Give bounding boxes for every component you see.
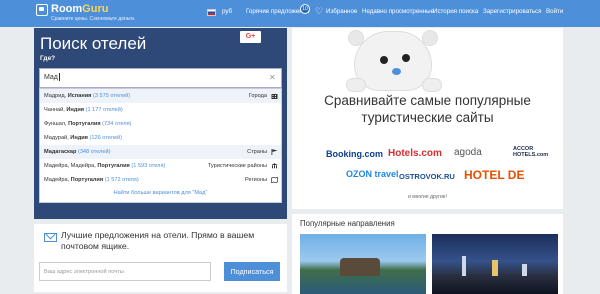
suggestion-item[interactable]: Фуншал, Португалия (734 отеля) (40, 117, 281, 131)
map-icon (271, 177, 278, 183)
cliff-castle-image (340, 258, 380, 276)
suggestion-item[interactable]: Мадейра, Португалия (1 572 отеля) Регион… (40, 173, 281, 187)
logo-tagline: Сравните цены. Сэкономьте деньги. (51, 16, 136, 22)
google-plus-button[interactable]: G+ (240, 31, 261, 43)
bear-eye (402, 54, 410, 62)
brand-hotels-logo: Hotels.com (388, 148, 442, 159)
ad-note: и многие другие! (408, 194, 447, 200)
newsletter-box: Лучшие предложения на отели. Прямо в ваш… (34, 224, 287, 292)
clear-icon[interactable]: ✕ (269, 73, 276, 82)
popular-title: Популярные направления (300, 219, 395, 228)
suggestion-category: Города (248, 93, 267, 99)
brand-ostrovok-logo: OSTROVOK.RU (399, 172, 455, 181)
ad-title: Сравнивайте самые популярные туристическ… (324, 93, 531, 125)
destination-photo[interactable] (432, 234, 558, 294)
brand-agoda-logo: agoda (454, 147, 482, 158)
bear-eye (380, 56, 388, 64)
subscribe-button[interactable]: Подписаться (224, 262, 280, 281)
search-title: Поиск отелей (40, 34, 147, 53)
nav-recently-viewed[interactable]: Недавно просмотренные (362, 8, 434, 15)
text-cursor (58, 73, 60, 82)
suggestion-category: Страны (247, 149, 267, 155)
nav-search-history[interactable]: История поиска (433, 8, 478, 15)
suggestion-item[interactable]: Мадагаскар (348 отелей) Страны (40, 145, 281, 159)
destination-photo[interactable] (300, 234, 426, 294)
nav-favorites[interactable]: Избранное (326, 8, 357, 15)
logo[interactable]: RoomGuru Сравните цены. Сэкономьте деньг… (36, 3, 135, 22)
suggestion-category: Регионы (245, 177, 267, 183)
logo-text: RoomGuru (51, 3, 109, 15)
brand-accor-logo: ACCOR HOTELS.com (513, 146, 549, 158)
suggestion-item[interactable]: Мадрид, Испания (3 575 отелей) Города (40, 89, 281, 103)
skyline-building (522, 264, 527, 276)
brand-hotelde-logo: HOTEL DE (464, 168, 525, 182)
bear-paw (346, 78, 366, 92)
popular-destinations: Популярные направления (292, 214, 563, 294)
email-field[interactable] (39, 262, 211, 281)
destination-search-input[interactable]: Мад (39, 68, 282, 88)
brand-ozon-logo: OZON travel (346, 169, 399, 179)
russia-flag-icon[interactable] (207, 9, 216, 16)
nav-login[interactable]: Войти (546, 8, 563, 15)
newsletter-text: Лучшие предложения на отели. Прямо в ваш… (61, 230, 255, 251)
suggestion-item[interactable]: Мадурай, Индия (126 отелей) (40, 131, 281, 145)
skyline-building (462, 256, 466, 276)
compare-sites-ad[interactable]: Сравнивайте самые популярные туристическ… (292, 28, 563, 209)
brand-booking-logo: Booking.com (326, 149, 384, 159)
heart-icon[interactable]: ♡ (315, 7, 323, 16)
mail-icon (44, 233, 57, 242)
building-icon (271, 94, 278, 99)
logo-icon (36, 4, 48, 16)
hot-deals-count-badge: 10 (300, 4, 310, 14)
suggestion-item[interactable]: Мадейра, Мадейра, Португалия (1 593 отел… (40, 159, 281, 173)
find-more-link[interactable]: Найти больше вариантов для "Мад" (40, 190, 281, 196)
landmark-icon (271, 163, 278, 169)
where-label: Где? (40, 55, 56, 62)
bear-paw (422, 78, 442, 92)
top-bar: RoomGuru Сравните цены. Сэкономьте деньг… (0, 0, 600, 27)
currency-selector[interactable]: руб (222, 8, 232, 15)
bear-nose (392, 68, 401, 75)
suggestion-item[interactable]: Чаннай, Индия (1 177 отелей) (40, 103, 281, 117)
skyline-building (492, 260, 498, 276)
suggestions-dropdown: Мадрид, Испания (3 575 отелей) Города Ча… (39, 88, 282, 203)
nav-register[interactable]: Зарегистрироваться (483, 8, 542, 15)
flag-icon (271, 149, 278, 155)
suggestion-category: Туристические районы (207, 163, 267, 169)
